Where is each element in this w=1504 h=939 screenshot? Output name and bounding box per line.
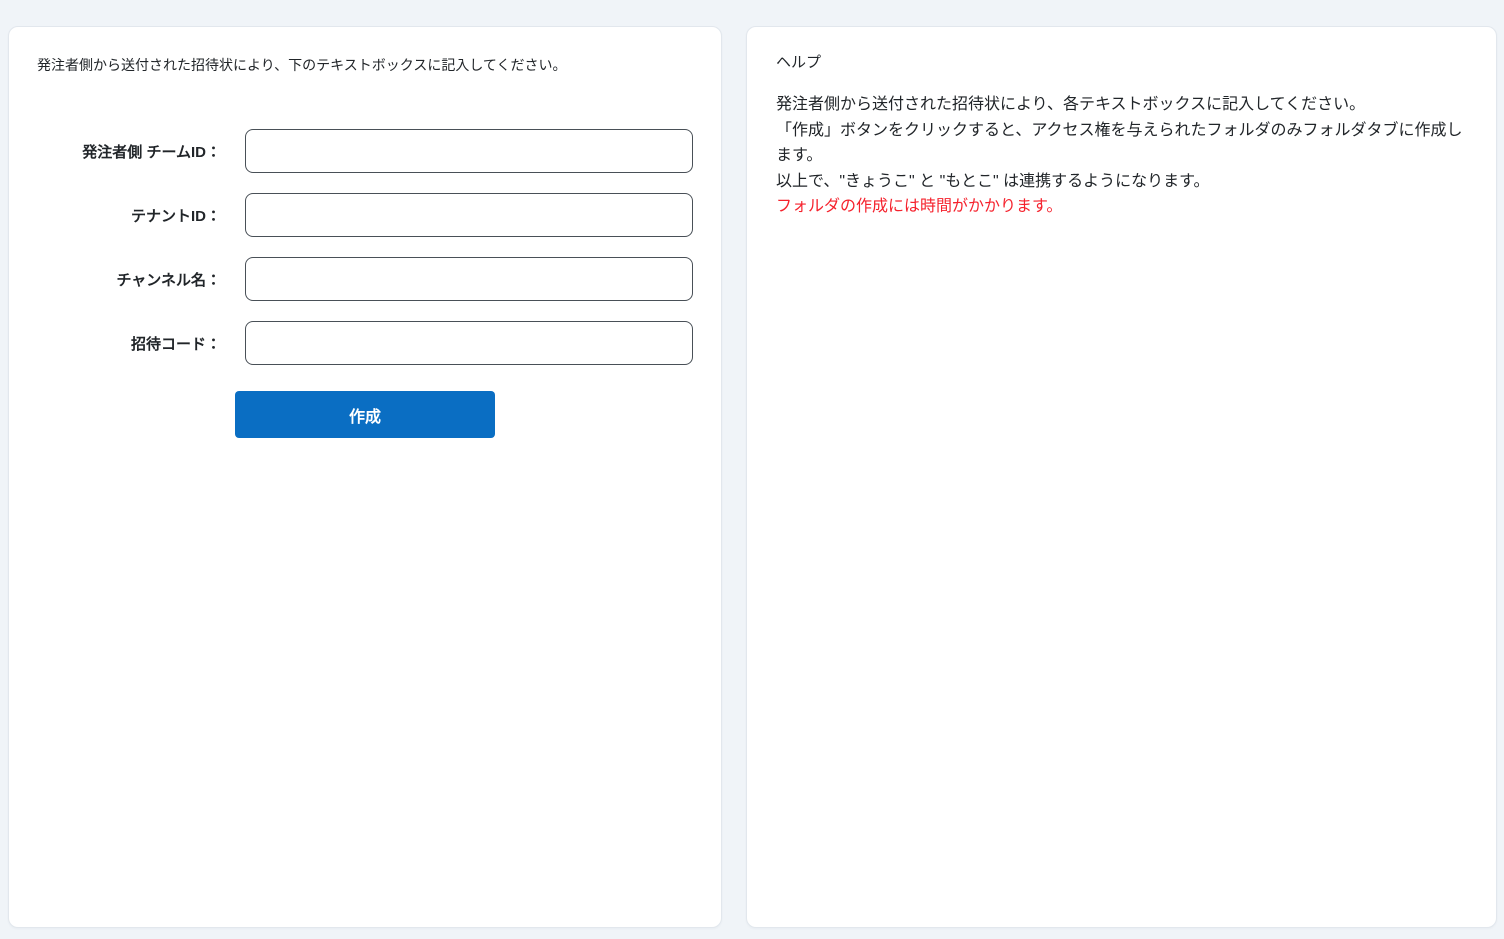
orderer-team-id-input[interactable]: [245, 129, 693, 173]
help-line: 「作成」ボタンをクリックすると、アクセス権を与えられたフォルダのみフォルダタブに…: [776, 121, 1463, 165]
invite-code-label: 招待コード：: [130, 335, 221, 353]
form-instruction-text: 発注者側から送付された招待状により、下のテキストボックスに記入してください。: [37, 57, 567, 73]
invitation-form: 発注者側 チームID： テナントID： チャンネル名： 招待コード： 作成: [37, 129, 693, 438]
invitation-form-panel: 発注者側から送付された招待状により、下のテキストボックスに記入してください。 発…: [8, 26, 722, 928]
help-body: 発注者側から送付された招待状により、各テキストボックスに記入してください。 「作…: [776, 92, 1469, 220]
channel-name-label: チャンネル名：: [116, 271, 221, 289]
orderer-team-id-label: 発注者側 チームID：: [82, 143, 221, 161]
form-row-tenant-id: テナントID：: [37, 193, 693, 237]
create-button[interactable]: 作成: [235, 391, 495, 438]
invite-code-input[interactable]: [245, 321, 693, 365]
help-line: 以上で、"きょうこ" と "もとこ" は連携するようになります。: [776, 172, 1210, 190]
tenant-id-input[interactable]: [245, 193, 693, 237]
help-panel: ヘルプ 発注者側から送付された招待状により、各テキストボックスに記入してください…: [746, 26, 1497, 928]
help-line: 発注者側から送付された招待状により、各テキストボックスに記入してください。: [776, 96, 1366, 113]
help-line-warning: フォルダの作成には時間がかかります。: [776, 198, 1063, 215]
form-row-invite-code: 招待コード：: [37, 321, 693, 365]
tenant-id-label: テナントID：: [130, 207, 221, 225]
form-row-channel-name: チャンネル名：: [37, 257, 693, 301]
help-title: ヘルプ: [776, 54, 822, 71]
channel-name-input[interactable]: [245, 257, 693, 301]
form-row-orderer-team-id: 発注者側 チームID：: [37, 129, 693, 173]
